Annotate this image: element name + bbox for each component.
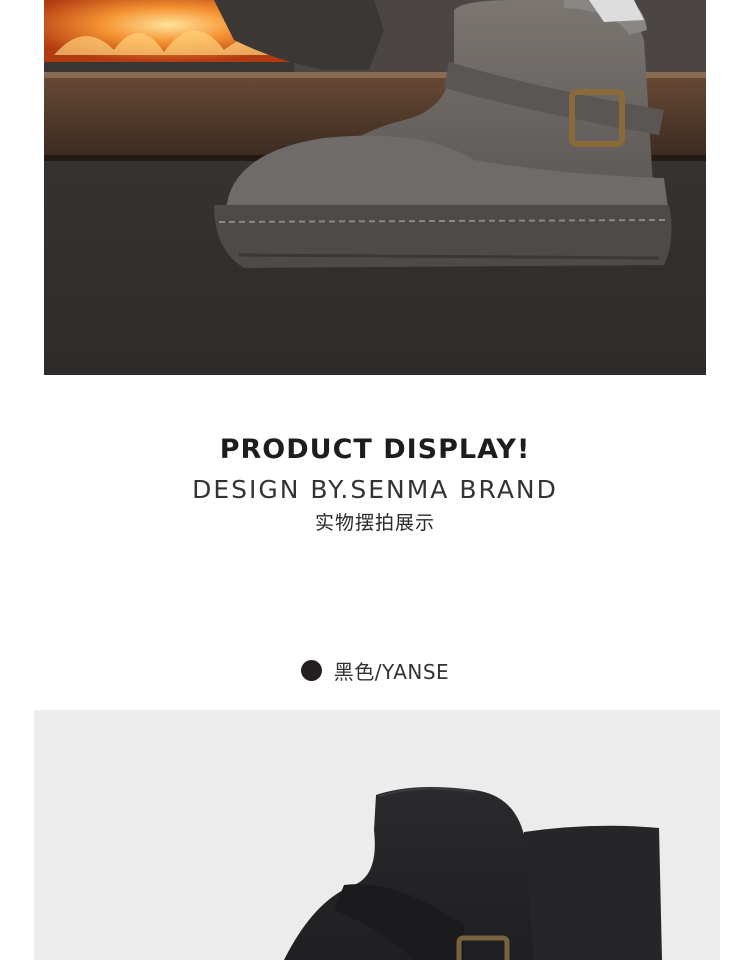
section-caption: 实物摆拍展示 [314,512,435,534]
color-label: 黑色/YANSE [333,659,450,684]
hero-boot-photo [44,0,706,375]
product-boot-photo [34,710,720,960]
brand-subtitle: DESIGN BY.SENMA BRAND [192,475,558,504]
product-display-heading: PRODUCT DISPLAY! DESIGN BY.SENMA BRAND 实… [0,428,750,535]
color-swatch-icon [300,659,322,681]
grey-boot-illustration [44,0,706,375]
color-option: 黑色/YANSE [0,655,750,685]
black-boot-illustration [284,786,662,960]
page-title: PRODUCT DISPLAY! [219,434,531,465]
